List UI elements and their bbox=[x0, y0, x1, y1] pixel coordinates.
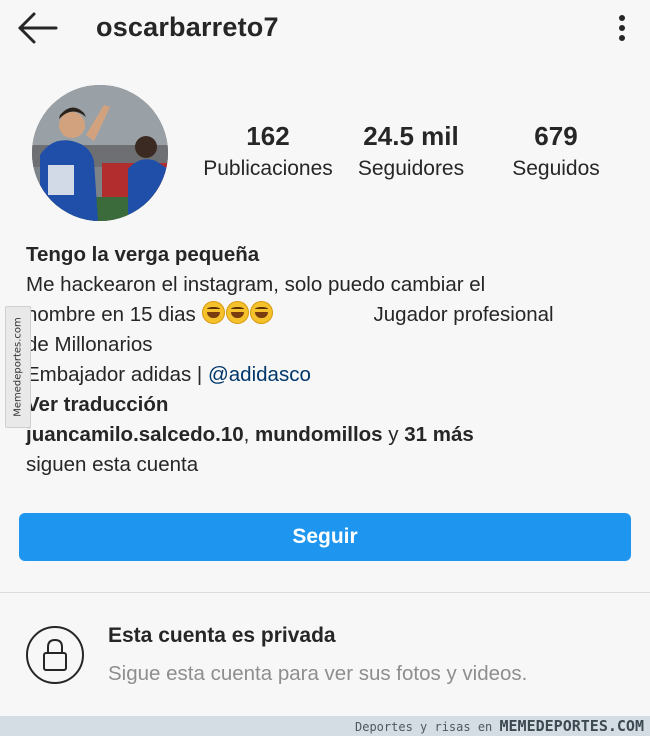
follower-username[interactable]: juancamilo.salcedo.10 bbox=[26, 423, 244, 446]
footer-watermark-prefix: Deportes y risas en bbox=[355, 720, 500, 734]
stat-followers-label: Seguidores bbox=[357, 157, 465, 180]
footer-watermark-text: Deportes y risas en MEMEDEPORTES.COM bbox=[355, 717, 644, 735]
private-account-title: Esta cuenta es privada bbox=[108, 624, 336, 647]
stat-followers[interactable]: 24.5 mil Seguidores bbox=[348, 120, 474, 184]
bio-line: Me hackearon el instagram, solo puedo ca… bbox=[26, 273, 486, 296]
footer-watermark-brand: MEMEDEPORTES.COM bbox=[499, 717, 645, 735]
separator-text: , bbox=[243, 423, 256, 446]
bio-line: de Millonarios bbox=[26, 333, 153, 356]
section-divider bbox=[0, 592, 650, 593]
stat-posts-label: Publicaciones bbox=[203, 157, 333, 180]
profile-bio: Tengo la verga pequeña Me hackearon el i… bbox=[26, 240, 616, 480]
bio-line: nombre en 15 dias Jugador profesional bbox=[26, 300, 616, 330]
mention-link[interactable]: @adidasco bbox=[208, 363, 311, 386]
follow-button[interactable]: Seguir bbox=[19, 513, 631, 561]
stat-followers-value: 24.5 mil bbox=[363, 121, 459, 151]
stat-following-value: 679 bbox=[534, 121, 578, 151]
bio-line: Embajador adidas | @adidasco bbox=[26, 360, 616, 390]
more-options-icon[interactable] bbox=[610, 10, 634, 46]
top-bar: oscarbarreto7 bbox=[0, 0, 650, 56]
profile-display-name: Tengo la verga pequeña bbox=[26, 243, 260, 266]
bio-text: nombre en 15 dias bbox=[26, 303, 202, 326]
stat-following-label: Seguidos bbox=[512, 157, 600, 180]
see-translation-link[interactable]: Ver traducción bbox=[26, 390, 616, 420]
more-followers-text[interactable]: 31 más bbox=[404, 423, 474, 446]
follower-username[interactable]: mundomillos bbox=[255, 423, 383, 446]
footer-watermark: Deportes y risas en MEMEDEPORTES.COM bbox=[0, 716, 650, 736]
stat-following[interactable]: 679 Seguidos bbox=[500, 120, 612, 184]
lock-icon bbox=[26, 626, 84, 684]
side-watermark: Memedeportes.com bbox=[5, 306, 31, 428]
stat-posts[interactable]: 162 Publicaciones bbox=[200, 120, 336, 184]
stat-posts-value: 162 bbox=[246, 121, 290, 151]
laughing-emoji-icon bbox=[201, 301, 225, 324]
private-account-subtitle: Sigue esta cuenta para ver sus fotos y v… bbox=[108, 662, 528, 685]
bio-text: Embajador adidas | bbox=[26, 363, 208, 386]
followed-by-suffix: siguen esta cuenta bbox=[26, 453, 199, 476]
profile-avatar[interactable] bbox=[32, 85, 168, 221]
followed-by-line[interactable]: juancamilo.salcedo.10, mundomillos y 31 … bbox=[26, 420, 616, 450]
side-watermark-text: Memedeportes.com bbox=[12, 317, 24, 417]
profile-username: oscarbarreto7 bbox=[96, 12, 279, 42]
bio-text: Jugador profesional bbox=[373, 303, 554, 326]
and-text: y bbox=[382, 423, 405, 446]
laughing-emoji-icon bbox=[249, 301, 273, 324]
laughing-emoji-icon bbox=[225, 301, 249, 324]
back-arrow-icon[interactable] bbox=[14, 8, 62, 48]
